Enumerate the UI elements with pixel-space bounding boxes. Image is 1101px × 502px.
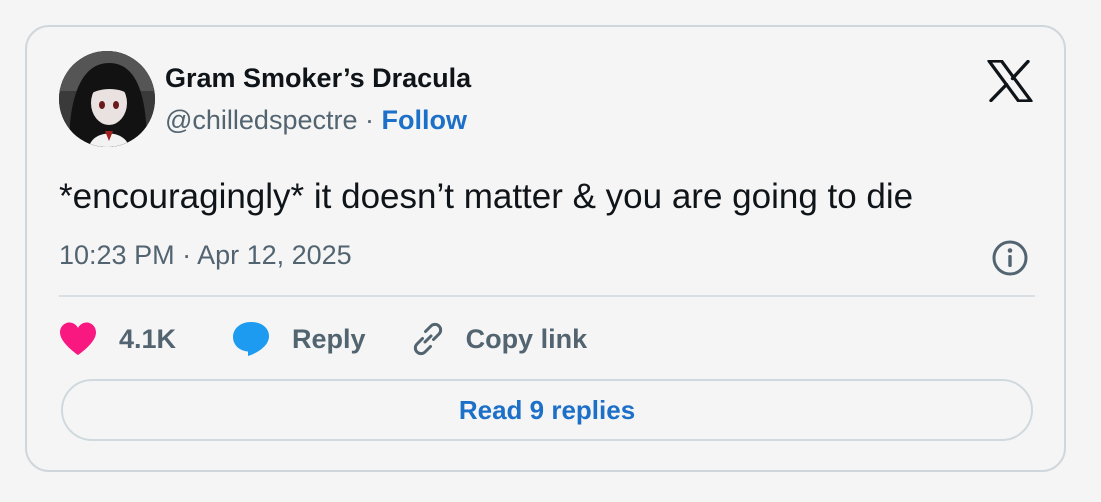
like-count: 4.1K	[119, 323, 177, 354]
action-bar: 4.1K Reply Copy link	[59, 317, 587, 361]
copy-link-label: Copy link	[465, 323, 588, 354]
author-display-name[interactable]: Gram Smoker’s Dracula	[165, 63, 471, 94]
divider	[59, 295, 1035, 297]
x-logo-icon[interactable]	[987, 59, 1033, 103]
handle-separator: ·	[357, 105, 382, 135]
embedded-tweet-card: Gram Smoker’s Dracula @chilledspectre · …	[25, 25, 1066, 472]
info-icon[interactable]	[991, 239, 1029, 277]
speech-bubble-icon	[232, 321, 270, 357]
tweet-text: *encouragingly* it doesn’t matter & you …	[59, 177, 914, 216]
author-handle[interactable]: @chilledspectre	[165, 105, 358, 135]
reply-button[interactable]: Reply	[232, 321, 366, 357]
tweet-timestamp[interactable]: 10:23 PM · Apr 12, 2025	[59, 240, 352, 271]
read-replies-button[interactable]: Read 9 replies	[61, 379, 1033, 441]
like-button[interactable]: 4.1K	[59, 322, 176, 356]
author-handle-row: @chilledspectre · Follow	[165, 105, 467, 136]
heart-icon	[59, 322, 97, 356]
link-icon	[410, 321, 446, 357]
reply-label: Reply	[292, 323, 366, 354]
follow-button[interactable]: Follow	[382, 105, 467, 135]
copy-link-button[interactable]: Copy link	[410, 321, 588, 357]
avatar[interactable]	[59, 51, 155, 147]
